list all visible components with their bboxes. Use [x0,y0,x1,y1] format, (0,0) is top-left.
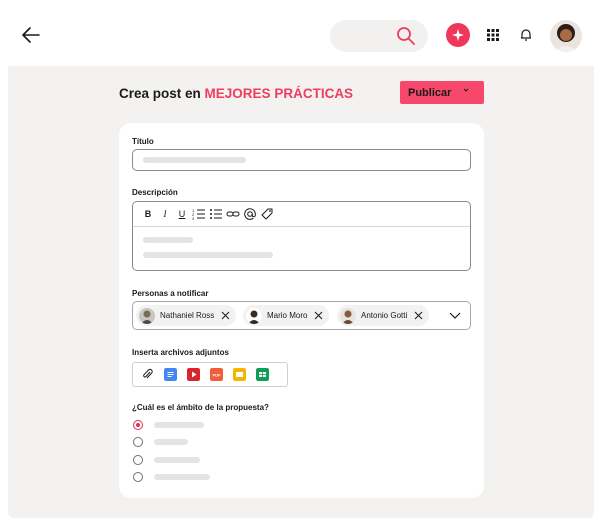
scope-radio-option[interactable] [133,472,143,482]
person-name: Antonio Gotti [361,311,408,320]
chevron-down-icon[interactable] [449,311,461,320]
publish-label: Publicar [408,86,452,99]
ai-assistant-button[interactable] [446,23,470,47]
attachments-toolbar: PDF [132,362,288,387]
close-icon[interactable] [314,311,323,320]
google-sheets-icon[interactable] [256,368,269,381]
description-label: Descripción [132,188,178,197]
description-placeholder-line [143,237,193,243]
avatar [139,307,155,324]
sparkle-icon [452,29,464,41]
title-placeholder [143,157,246,163]
chevron-down-icon [463,88,469,92]
underline-button[interactable]: U [175,207,189,221]
page-title-prefix: Crea post en [119,86,201,101]
ordered-list-icon[interactable]: 123 [192,207,206,221]
grid-icon[interactable] [487,29,499,41]
attachments-label: Inserta archivos adjuntos [132,348,229,357]
italic-button[interactable]: I [158,207,172,221]
title-label: Título [132,137,154,146]
people-select[interactable]: Nathaniel Ross Mario Moro Antonio Gotti [132,301,471,330]
person-chip: Antonio Gotti [337,305,430,326]
publish-button[interactable]: Publicar [400,81,484,104]
person-name: Nathaniel Ross [160,311,215,320]
community-name: MEJORES PRÁCTICAS [204,86,354,101]
bell-icon[interactable] [519,28,533,42]
person-chip: Nathaniel Ross [136,305,237,326]
bullet-list-icon[interactable] [209,207,223,221]
top-bar [0,0,602,66]
page-title: Crea post en MEJORES PRÁCTICAS [119,86,353,101]
scope-label: ¿Cuál es el ámbito de la propuesta? [132,403,269,412]
title-input[interactable] [132,149,471,171]
arrow-left-icon[interactable] [20,24,42,46]
person-chip: Mario Moro [243,305,330,326]
search-bar[interactable] [330,20,428,52]
scope-option-placeholder [154,439,188,445]
editor-toolbar: B I U 123 [133,202,470,227]
scope-option-placeholder [154,457,200,463]
google-slides-icon[interactable] [233,368,246,381]
post-form-card: Título Descripción B I U 123 Personas a … [119,123,484,498]
pdf-icon[interactable]: PDF [210,368,223,381]
user-avatar[interactable] [550,20,582,52]
notify-label: Personas a notificar [132,289,209,298]
scope-option-placeholder [154,422,204,428]
person-name: Mario Moro [267,311,308,320]
svg-text:PDF: PDF [213,372,222,377]
avatar [246,307,262,324]
scope-radio-option[interactable] [133,437,143,447]
paperclip-icon[interactable] [141,368,154,381]
description-editor[interactable]: B I U 123 [132,201,471,271]
content-area: Crea post en MEJORES PRÁCTICAS Publicar … [8,66,594,518]
avatar [340,307,356,324]
mention-icon[interactable] [243,207,257,221]
description-placeholder-line [143,252,273,258]
close-icon[interactable] [221,311,230,320]
scope-radio-option[interactable] [133,455,143,465]
close-icon[interactable] [414,311,423,320]
scope-option-placeholder [154,474,210,480]
bold-button[interactable]: B [141,207,155,221]
link-icon[interactable] [226,207,240,221]
tag-icon[interactable] [260,207,274,221]
youtube-icon[interactable] [187,368,200,381]
scope-radio-option[interactable] [133,420,143,430]
google-docs-icon[interactable] [164,368,177,381]
search-icon[interactable] [396,26,416,46]
svg-text:3: 3 [192,216,195,221]
